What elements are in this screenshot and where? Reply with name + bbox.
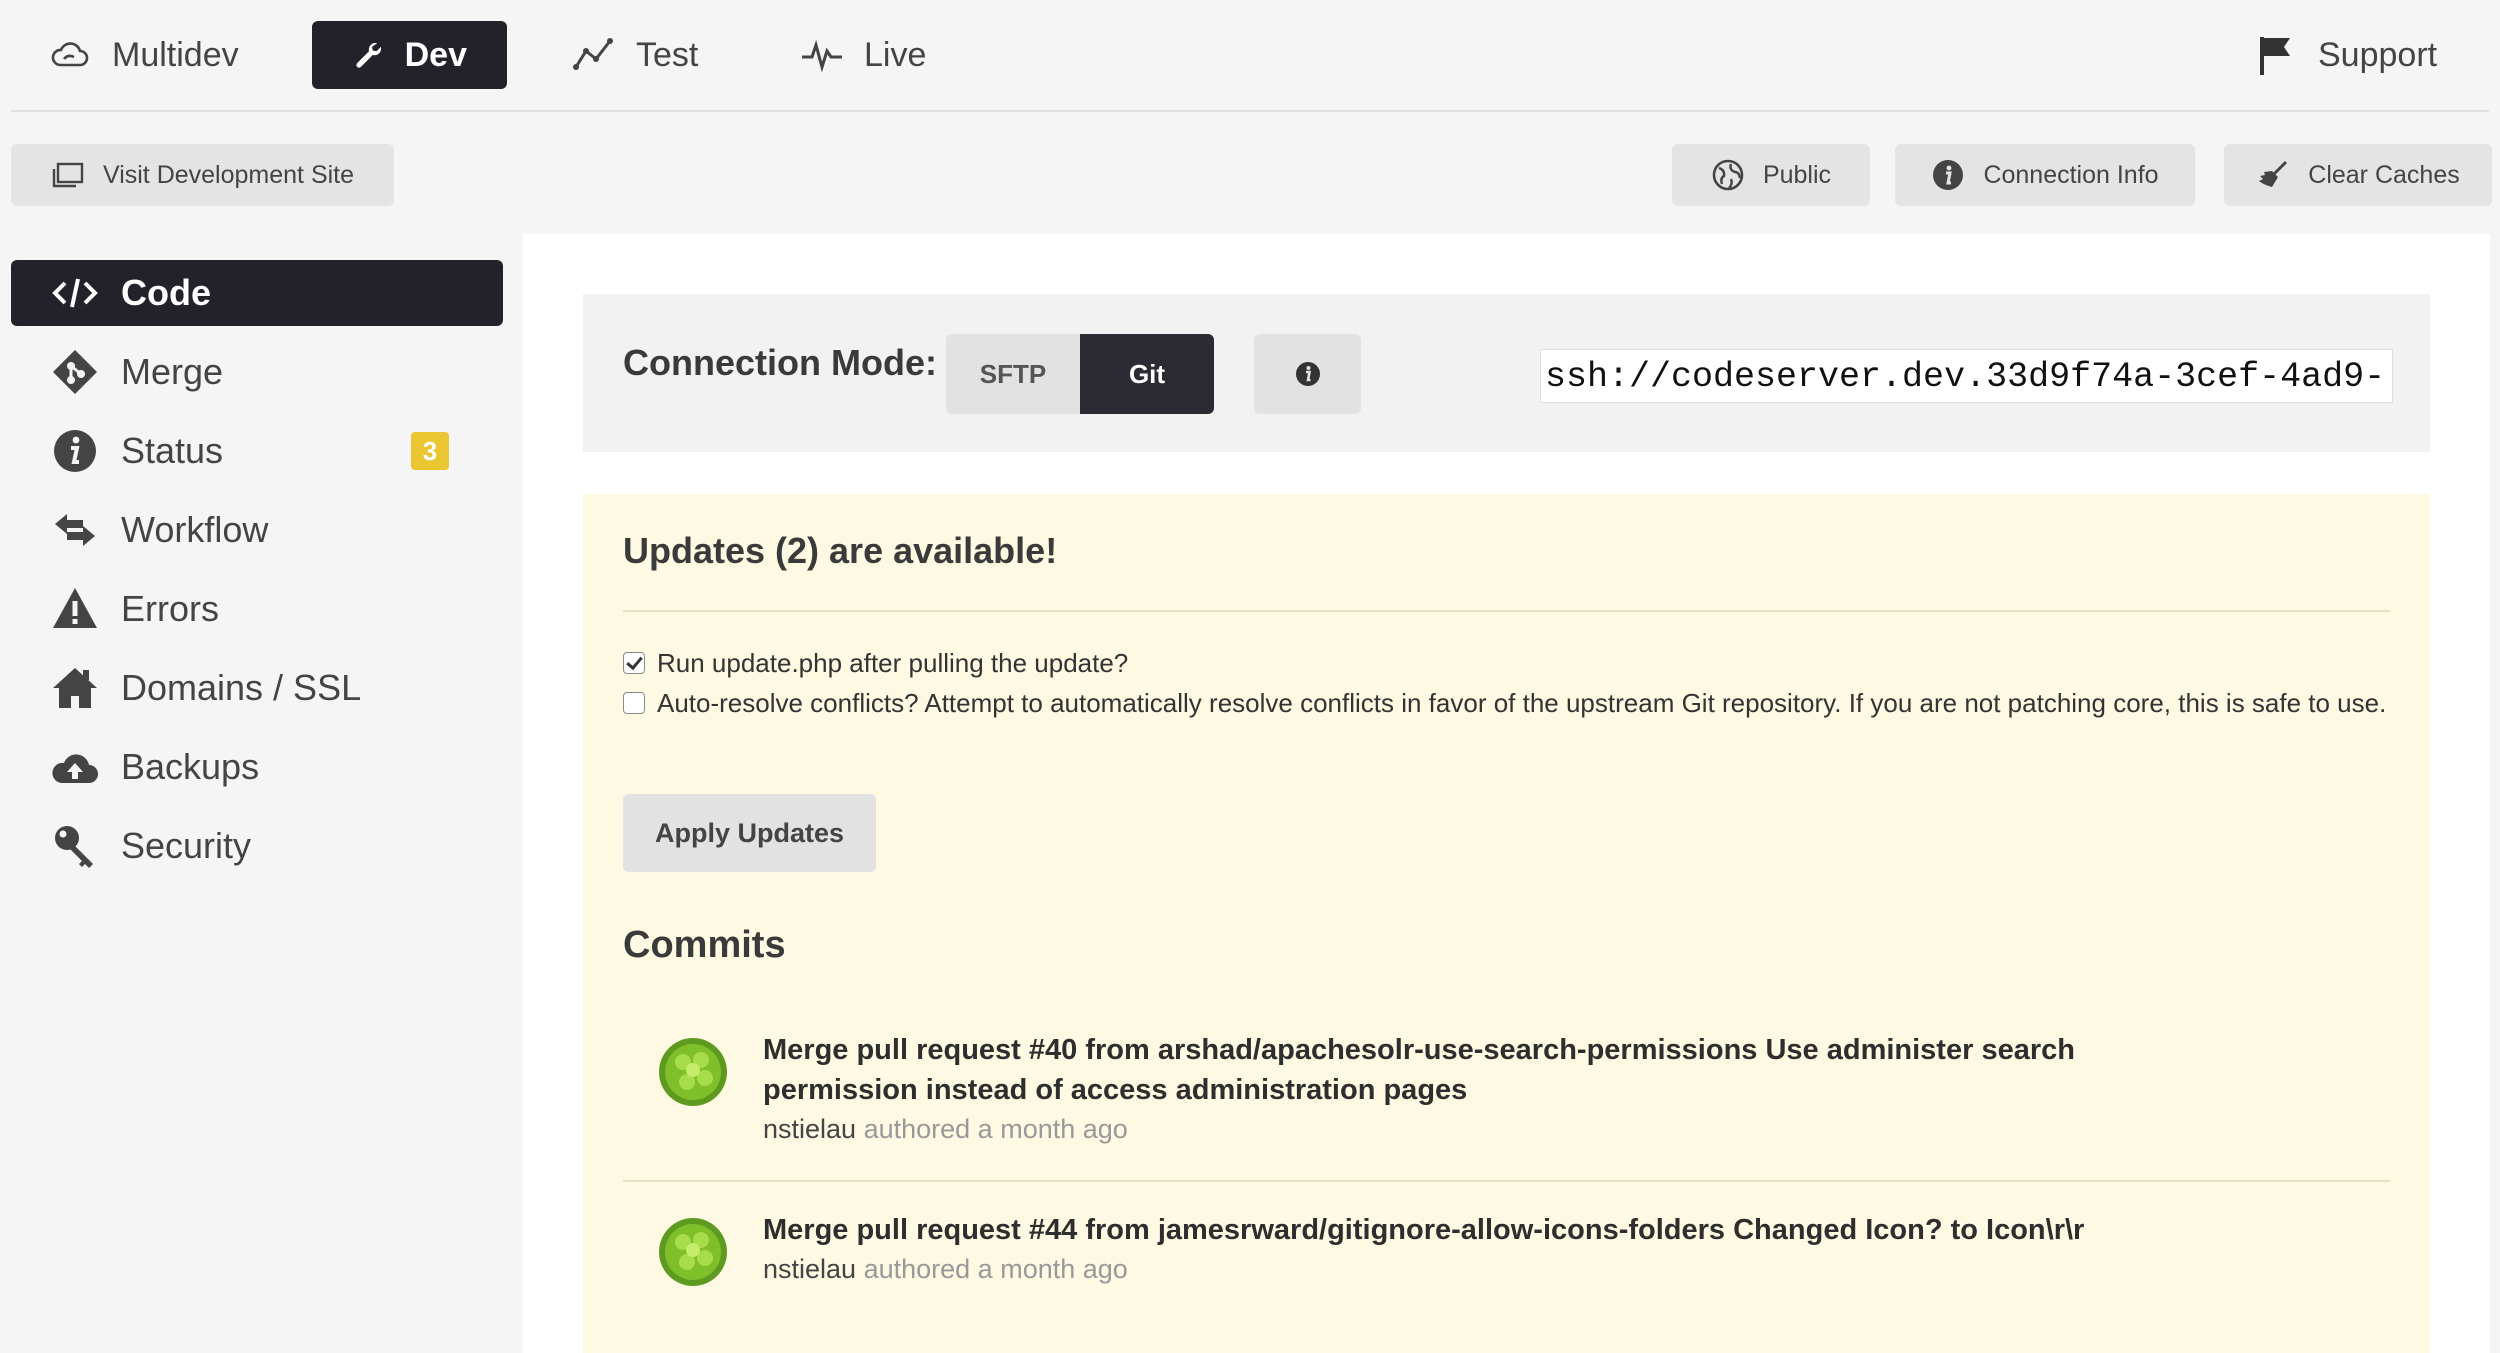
- monitor-icon: [52, 162, 84, 188]
- warning-icon: [53, 588, 97, 628]
- commit-time: authored a month ago: [863, 1114, 1128, 1144]
- commit-time: authored a month ago: [863, 1254, 1128, 1284]
- commit-author: nstielau: [763, 1114, 857, 1144]
- sidebar-item-label: Merge: [121, 351, 224, 392]
- sidebar-item-label: Backups: [121, 746, 260, 787]
- public-button[interactable]: Public: [1672, 144, 1870, 206]
- pulse-icon: [802, 39, 842, 73]
- tab-test[interactable]: Test: [548, 21, 722, 89]
- sidebar-item-merge[interactable]: Merge: [11, 339, 503, 405]
- sidebar-item-errors[interactable]: Errors: [11, 576, 503, 642]
- visit-site-button[interactable]: Visit Development Site: [11, 144, 394, 206]
- flag-icon: [2260, 37, 2290, 75]
- line-chart-icon: [573, 38, 613, 70]
- commit-message: Merge pull request #44 from jamesrward/g…: [763, 1214, 2085, 1246]
- tab-label: Test: [636, 35, 699, 74]
- sidebar-item-status[interactable]: Status 3: [11, 418, 503, 484]
- ssh-url-field[interactable]: ssh://codeserver.dev.33d9f74a-3cef-4ad9-: [1540, 349, 2393, 403]
- clear-caches-label: Clear Caches: [2308, 160, 2460, 189]
- updates-title: Updates (2) are available!: [623, 530, 1058, 571]
- git-mode-button[interactable]: Git: [1080, 334, 1214, 414]
- support-label: Support: [2318, 35, 2438, 74]
- tab-label: Live: [864, 35, 927, 74]
- commits-title: Commits: [623, 924, 786, 966]
- run-update-label: Run update.php after pulling the update?: [657, 648, 1129, 678]
- home-icon: [53, 668, 97, 708]
- commit-author: nstielau: [763, 1254, 857, 1284]
- connection-help-button[interactable]: [1254, 334, 1361, 414]
- run-update-option: Run update.php after pulling the update?: [623, 644, 2390, 682]
- broom-icon: [2259, 160, 2288, 187]
- cloud-upload-icon: [52, 754, 98, 783]
- nav-divider: [11, 110, 2489, 112]
- commit-message: Merge pull request #40 from arshad/apach…: [763, 1034, 2075, 1106]
- updates-divider: [623, 610, 2390, 612]
- info-icon: [1933, 160, 1964, 190]
- commit-divider: [623, 1180, 2390, 1182]
- sidebar-item-backups[interactable]: Backups: [11, 734, 503, 800]
- sidebar-item-label: Domains / SSL: [121, 667, 362, 708]
- connection-mode-box: Connection Mode: SFTP Git ssh://codeserv…: [583, 294, 2430, 452]
- sidebar-item-label: Workflow: [121, 509, 269, 550]
- auto-resolve-label: Auto-resolve conflicts? Attempt to autom…: [657, 688, 2387, 718]
- connection-mode-toggle: SFTP Git: [946, 334, 1214, 414]
- wrench-icon: [356, 42, 382, 68]
- workflow-arrows-icon: [55, 514, 95, 546]
- sidebar-item-label: Errors: [121, 588, 219, 629]
- info-icon: [1295, 362, 1320, 386]
- status-badge: 3: [411, 432, 449, 470]
- cloud-icon: [51, 42, 89, 67]
- tab-label: Dev: [404, 35, 467, 74]
- tab-multidev[interactable]: Multidev: [24, 21, 263, 89]
- commit-meta: nstielau authored a month ago: [763, 1114, 1128, 1145]
- sidebar-item-label: Code: [121, 272, 211, 313]
- sidebar-item-security[interactable]: Security: [11, 813, 503, 879]
- public-label: Public: [1762, 160, 1832, 189]
- merge-icon: [53, 350, 97, 394]
- apply-updates-button[interactable]: Apply Updates: [623, 794, 876, 872]
- code-icon: [52, 278, 98, 308]
- auto-resolve-checkbox[interactable]: [623, 692, 645, 714]
- connection-info-label: Connection Info: [1983, 160, 2159, 189]
- sftp-mode-button[interactable]: SFTP: [946, 334, 1080, 414]
- clear-caches-button[interactable]: Clear Caches: [2224, 144, 2492, 206]
- commit-meta: nstielau authored a month ago: [763, 1254, 1128, 1285]
- avatar: [659, 1218, 727, 1286]
- tab-dev[interactable]: Dev: [312, 21, 507, 89]
- support-link[interactable]: Support: [2230, 21, 2461, 89]
- tab-live[interactable]: Live: [776, 21, 950, 89]
- globe-icon: [1712, 159, 1744, 191]
- sidebar-item-workflow[interactable]: Workflow: [11, 497, 503, 563]
- connection-info-button[interactable]: Connection Info: [1895, 144, 2195, 206]
- sidebar-item-label: Security: [121, 825, 252, 866]
- info-icon: [54, 430, 96, 472]
- run-update-checkbox[interactable]: [623, 652, 645, 674]
- environment-nav: Multidev Dev Test Live Support: [0, 0, 2500, 112]
- sidebar-item-code[interactable]: Code: [11, 260, 503, 326]
- sidebar-item-domains-ssl[interactable]: Domains / SSL: [11, 655, 503, 721]
- main-panel: Connection Mode: SFTP Git ssh://codeserv…: [523, 234, 2490, 1353]
- sidebar-item-label: Status: [121, 430, 224, 471]
- tab-label: Multidev: [112, 35, 239, 74]
- updates-panel: Updates (2) are available! Run update.ph…: [583, 494, 2430, 1353]
- key-icon: [55, 826, 93, 868]
- visit-site-label: Visit Development Site: [102, 160, 355, 189]
- auto-resolve-option: Auto-resolve conflicts? Attempt to autom…: [623, 684, 2390, 722]
- connection-mode-label: Connection Mode:: [623, 342, 937, 383]
- avatar: [659, 1038, 727, 1106]
